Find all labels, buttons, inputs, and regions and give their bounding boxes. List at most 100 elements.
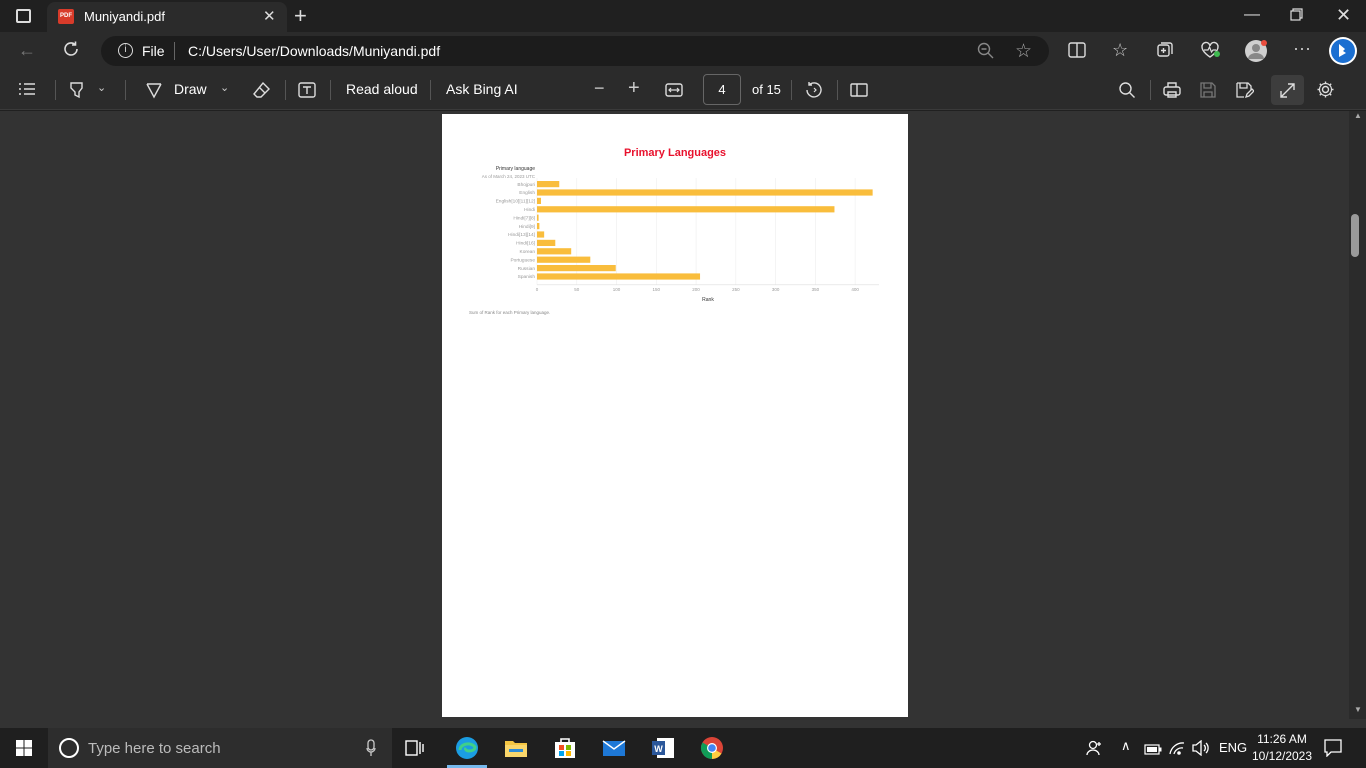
file-explorer-icon[interactable]: [504, 736, 528, 760]
toolbar-divider: [285, 80, 286, 100]
profile-avatar[interactable]: [1244, 39, 1268, 68]
read-aloud-button[interactable]: Read aloud: [346, 81, 418, 97]
highlight-dropdown-icon[interactable]: ⌄: [97, 81, 106, 94]
highlight-icon[interactable]: [68, 81, 86, 104]
microsoft-store-icon[interactable]: [553, 736, 577, 760]
y-tick-label: Hindi[16]: [516, 241, 535, 247]
task-view-icon[interactable]: [405, 739, 425, 762]
draw-button[interactable]: Draw: [174, 81, 207, 97]
zoom-out-icon[interactable]: −: [594, 78, 605, 99]
taskbar-search[interactable]: Type here to search: [48, 728, 392, 768]
rotate-icon[interactable]: [805, 81, 823, 104]
page-total: of 15: [752, 82, 781, 97]
search-placeholder: Type here to search: [88, 740, 221, 757]
favorites-icon[interactable]: ☆: [1112, 40, 1128, 61]
close-window-icon[interactable]: ✕: [1336, 5, 1351, 26]
expand-icon: [1280, 83, 1295, 98]
x-tick-label: 300: [772, 287, 780, 292]
new-tab-icon[interactable]: +: [294, 3, 307, 29]
tab-actions-icon[interactable]: [16, 9, 31, 23]
toolbar-divider: [330, 80, 331, 100]
clock-date: 10/12/2023: [1251, 749, 1313, 763]
address-field[interactable]: i File C:/Users/User/Downloads/Muniyandi…: [101, 36, 1049, 66]
eraser-icon[interactable]: [252, 81, 271, 104]
scroll-up-icon[interactable]: ▲: [1354, 111, 1362, 120]
favorite-star-icon[interactable]: ☆: [1015, 40, 1032, 63]
collections-icon[interactable]: [1156, 41, 1174, 64]
text-box-icon[interactable]: [298, 81, 316, 104]
zoom-icon[interactable]: [977, 42, 994, 64]
bar: [537, 265, 616, 272]
x-tick-label: 400: [851, 287, 859, 292]
zoom-in-icon[interactable]: +: [628, 77, 640, 100]
back-icon[interactable]: ←: [18, 40, 36, 61]
draw-dropdown-icon[interactable]: ⌄: [220, 81, 229, 94]
bar: [537, 273, 701, 280]
bar: [537, 231, 545, 238]
x-tick-label: 100: [613, 287, 621, 292]
toolbar-divider: [791, 80, 792, 100]
address-file-label: File: [142, 43, 165, 59]
address-divider: [174, 42, 175, 60]
contents-list-icon[interactable]: [18, 81, 36, 102]
mail-icon[interactable]: [602, 736, 626, 760]
refresh-icon[interactable]: [62, 40, 80, 63]
system-clock[interactable]: 11:26 AM 10/12/2023: [1244, 731, 1320, 765]
battery-icon[interactable]: [1144, 742, 1162, 760]
wifi-icon[interactable]: [1168, 740, 1186, 761]
bar: [537, 223, 540, 230]
x-tick-label: 0: [536, 287, 539, 292]
y-tick-label: Spanish: [518, 274, 536, 280]
browser-tab[interactable]: PDF Muniyandi.pdf ✕: [47, 2, 287, 32]
minimize-icon[interactable]: —: [1244, 6, 1260, 24]
page-number-input[interactable]: 4: [703, 74, 741, 105]
close-tab-icon[interactable]: ✕: [263, 7, 276, 25]
bar: [537, 239, 556, 246]
ask-bing-ai-button[interactable]: Ask Bing AI: [446, 81, 518, 97]
x-axis-label: Rank: [702, 297, 714, 303]
y-tick-label: Korean: [520, 249, 536, 255]
pdf-viewer[interactable]: Primary Languages Primary language As of…: [0, 111, 1366, 728]
chart-subtitle: As of March 24, 2023 UTC: [482, 174, 536, 179]
split-screen-icon[interactable]: [1068, 42, 1086, 63]
save-icon[interactable]: [1199, 81, 1217, 104]
save-as-icon[interactable]: [1235, 81, 1255, 104]
microphone-icon[interactable]: [366, 739, 376, 762]
x-tick-label: 150: [653, 287, 661, 292]
y-tick-label: Hindi[7][8]: [513, 215, 535, 221]
y-tick-label: English: [519, 190, 535, 196]
settings-gear-icon[interactable]: [1316, 80, 1335, 104]
taskbar: Type here to search W ∧ ENG 11:26 AM 10/…: [0, 728, 1366, 768]
address-url[interactable]: C:/Users/User/Downloads/Muniyandi.pdf: [188, 43, 440, 59]
chart-title: Primary Languages: [624, 147, 726, 159]
draw-icon[interactable]: [145, 81, 163, 104]
more-options-icon[interactable]: ···: [1293, 38, 1311, 59]
clock-time: 11:26 AM: [1257, 732, 1307, 746]
browser-essentials-icon[interactable]: [1200, 41, 1220, 64]
restore-icon[interactable]: [1290, 8, 1303, 26]
chrome-icon[interactable]: [700, 736, 724, 760]
x-tick-label: 50: [574, 287, 580, 292]
toolbar-divider: [430, 80, 431, 100]
bing-icon[interactable]: [1328, 36, 1358, 71]
y-tick-label: Russian: [518, 266, 536, 272]
edge-taskbar-icon[interactable]: [455, 736, 479, 760]
print-icon[interactable]: [1163, 81, 1181, 104]
notifications-icon[interactable]: [1324, 739, 1342, 762]
bar: [537, 197, 541, 204]
word-icon[interactable]: W: [651, 736, 675, 760]
page-view-icon[interactable]: [850, 81, 868, 104]
language-indicator[interactable]: ENG: [1219, 740, 1247, 755]
info-icon[interactable]: i: [118, 43, 133, 58]
show-hidden-icons[interactable]: ∧: [1121, 738, 1131, 754]
search-pdf-icon[interactable]: [1118, 81, 1136, 104]
scrollbar-track[interactable]: ▲ ▼: [1349, 111, 1366, 719]
scrollbar-thumb[interactable]: [1351, 214, 1359, 257]
full-screen-button[interactable]: [1271, 75, 1304, 105]
windows-start-icon[interactable]: [16, 740, 32, 761]
scroll-down-icon[interactable]: ▼: [1354, 705, 1362, 714]
toolbar-divider: [837, 80, 838, 100]
volume-icon[interactable]: [1192, 739, 1210, 761]
people-icon[interactable]: [1086, 739, 1104, 762]
fit-to-page-icon[interactable]: [665, 82, 683, 103]
